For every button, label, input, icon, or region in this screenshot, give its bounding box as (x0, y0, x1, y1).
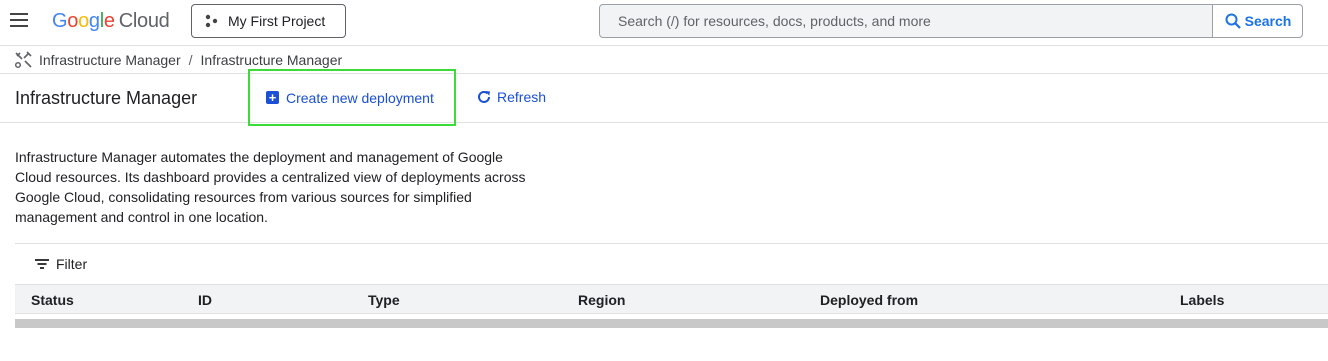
top-bar: Google Cloud My First Project Search (0, 0, 1328, 46)
page-description: Infrastructure Manager automates the dep… (15, 149, 526, 225)
refresh-label: Refresh (497, 89, 547, 105)
create-deployment-label: Create new deployment (286, 89, 434, 106)
project-label: My First Project (228, 13, 326, 29)
project-picker-button[interactable]: My First Project (191, 4, 346, 38)
refresh-button[interactable]: Refresh (476, 89, 546, 105)
plus-icon: + (266, 91, 279, 104)
breadcrumb-separator: / (188, 51, 193, 68)
column-header-region[interactable]: Region (578, 292, 625, 308)
table-header: Status ID Type Region Deployed from Labe… (15, 284, 1328, 314)
logo-letter: e (103, 10, 115, 32)
column-header-status[interactable]: Status (31, 292, 74, 308)
infra-manager-icon (14, 51, 32, 69)
page-header: Infrastructure Manager + Create new depl… (0, 69, 1328, 126)
divider (15, 243, 1328, 244)
logo-letter: o (67, 10, 79, 32)
column-header-type[interactable]: Type (368, 292, 400, 308)
breadcrumb-item-1[interactable]: Infrastructure Manager (39, 52, 181, 68)
google-cloud-logo[interactable]: Google Cloud (52, 10, 170, 33)
menu-icon[interactable] (10, 13, 28, 27)
logo-letter: G (52, 10, 68, 32)
breadcrumb-item-2[interactable]: Infrastructure Manager (201, 52, 343, 68)
logo-letter: g (88, 10, 100, 32)
search-bar: Search (599, 4, 1303, 38)
search-button[interactable]: Search (1212, 5, 1302, 37)
filter-label: Filter (56, 256, 88, 272)
filter-button[interactable]: Filter (35, 256, 87, 272)
breadcrumb: Infrastructure Manager / Infrastructure … (0, 46, 1328, 74)
page-title: Infrastructure Manager (15, 88, 198, 108)
logo-cloud-text: Cloud (118, 10, 170, 32)
column-header-id[interactable]: ID (198, 292, 212, 308)
refresh-icon (478, 90, 490, 103)
filter-icon (35, 259, 49, 269)
search-icon (1225, 13, 1241, 29)
project-icon (205, 14, 218, 28)
horizontal-scrollbar[interactable] (15, 319, 1328, 328)
column-header-deployed-from[interactable]: Deployed from (820, 292, 918, 308)
create-deployment-button[interactable]: + Create new deployment (248, 69, 456, 126)
search-input[interactable] (600, 5, 1212, 37)
logo-letter: o (78, 10, 89, 32)
column-header-labels[interactable]: Labels (1180, 292, 1224, 308)
search-button-label: Search (1244, 13, 1292, 29)
